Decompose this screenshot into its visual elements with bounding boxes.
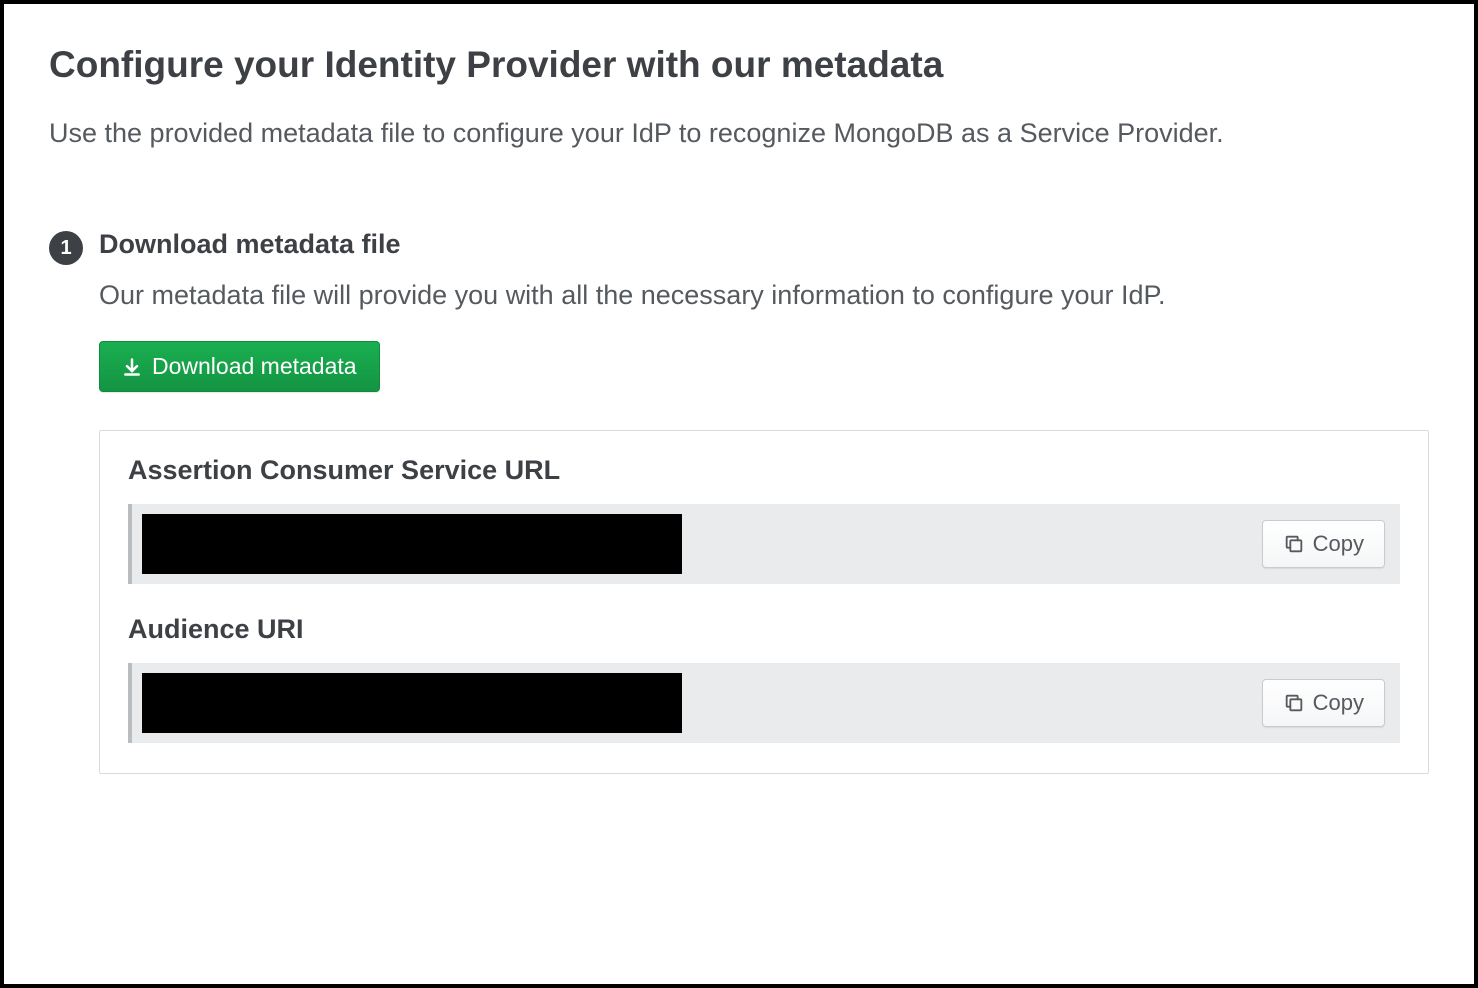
- step-container: 1 Download metadata file Our metadata fi…: [49, 229, 1429, 774]
- download-button-label: Download metadata: [152, 353, 357, 380]
- audience-uri-value-row: Copy: [128, 663, 1400, 743]
- step-content: Download metadata file Our metadata file…: [99, 229, 1429, 774]
- step-title: Download metadata file: [99, 229, 1429, 260]
- page-title: Configure your Identity Provider with ou…: [49, 44, 1429, 86]
- download-icon: [122, 357, 142, 377]
- acs-url-label: Assertion Consumer Service URL: [128, 455, 1400, 486]
- audience-uri-copy-button[interactable]: Copy: [1262, 679, 1385, 727]
- audience-uri-field-group: Audience URI Copy: [128, 614, 1400, 743]
- audience-uri-copy-label: Copy: [1313, 690, 1364, 716]
- acs-url-value-redacted: [142, 514, 682, 574]
- acs-url-copy-label: Copy: [1313, 531, 1364, 557]
- download-metadata-button[interactable]: Download metadata: [99, 341, 380, 392]
- step-description: Our metadata file will provide you with …: [99, 280, 1429, 311]
- step-number-badge: 1: [49, 231, 83, 265]
- acs-url-copy-button[interactable]: Copy: [1262, 520, 1385, 568]
- page-description: Use the provided metadata file to config…: [49, 118, 1429, 149]
- copy-icon: [1283, 533, 1305, 555]
- audience-uri-label: Audience URI: [128, 614, 1400, 645]
- copy-icon: [1283, 692, 1305, 714]
- audience-uri-value-redacted: [142, 673, 682, 733]
- acs-url-field-group: Assertion Consumer Service URL Copy: [128, 455, 1400, 584]
- acs-url-value-row: Copy: [128, 504, 1400, 584]
- metadata-panel: Assertion Consumer Service URL Copy: [99, 430, 1429, 774]
